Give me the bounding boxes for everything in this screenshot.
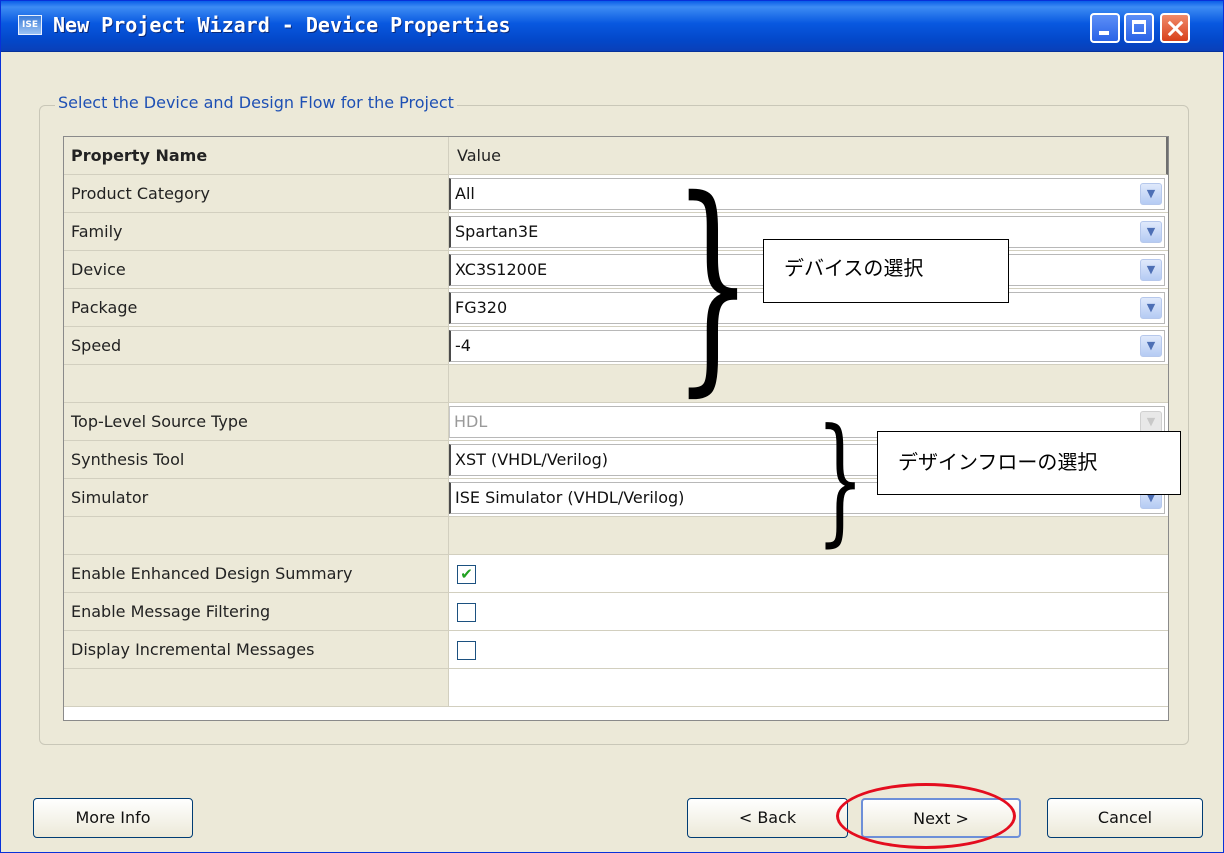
blank-cell: [64, 517, 449, 555]
device-selection-annotation: デバイスの選択: [763, 239, 1009, 303]
enhanced-design-summary-checkbox[interactable]: ✔: [457, 565, 476, 584]
flow-brace-annotation: }: [816, 399, 865, 560]
ise-app-icon: ISE: [18, 15, 42, 35]
incremental-messages-checkbox[interactable]: [457, 641, 476, 660]
top-level-source-value: HDL: [454, 412, 488, 431]
next-highlight-ring: [836, 783, 1016, 849]
blank-cell: [449, 669, 1168, 707]
property-label: Package: [64, 289, 449, 327]
blank-cell: [64, 365, 449, 403]
grid-header: Property Name Value: [64, 137, 1168, 175]
property-label: Product Category: [64, 175, 449, 213]
synthesis-tool-value: XST (VHDL/Verilog): [455, 450, 609, 469]
maximize-icon[interactable]: [1124, 13, 1154, 43]
simulator-value: ISE Simulator (VHDL/Verilog): [455, 488, 685, 507]
speed-value: -4: [455, 336, 471, 355]
group-label: Select the Device and Design Flow for th…: [55, 93, 457, 112]
close-icon[interactable]: [1160, 13, 1190, 43]
blank-row: [64, 669, 1168, 707]
design-flow-annotation: デザインフローの選択: [877, 431, 1181, 495]
property-label: Display Incremental Messages: [64, 631, 449, 669]
family-value: Spartan3E: [455, 222, 539, 241]
product-category-value: All: [455, 184, 475, 203]
header-property-name: Property Name: [64, 137, 449, 175]
minimize-icon[interactable]: [1090, 13, 1120, 43]
cancel-button[interactable]: Cancel: [1047, 798, 1203, 838]
message-filtering-checkbox[interactable]: [457, 603, 476, 622]
property-label: Enable Enhanced Design Summary: [64, 555, 449, 593]
blank-row: [64, 517, 1168, 555]
row-speed: Speed -4 ▼: [64, 327, 1168, 365]
property-label: Top-Level Source Type: [64, 403, 449, 441]
header-value: Value: [449, 137, 1168, 175]
speed-select[interactable]: -4 ▼: [449, 330, 1165, 362]
property-label: Speed: [64, 327, 449, 365]
product-category-select[interactable]: All ▼: [449, 178, 1165, 210]
row-incremental-messages: Display Incremental Messages: [64, 631, 1168, 669]
wizard-window: ISE New Project Wizard - Device Properti…: [0, 0, 1224, 853]
row-message-filtering: Enable Message Filtering: [64, 593, 1168, 631]
property-label: Simulator: [64, 479, 449, 517]
chevron-down-icon[interactable]: ▼: [1140, 335, 1162, 357]
device-value: XC3S1200E: [455, 260, 548, 279]
row-product-category: Product Category All ▼: [64, 175, 1168, 213]
property-label: Device: [64, 251, 449, 289]
chevron-down-icon[interactable]: ▼: [1140, 221, 1162, 243]
more-info-button[interactable]: More Info: [33, 798, 193, 838]
chevron-down-icon[interactable]: ▼: [1140, 297, 1162, 319]
property-label: Enable Message Filtering: [64, 593, 449, 631]
blank-row: [64, 365, 1168, 403]
property-label: Family: [64, 213, 449, 251]
blank-cell: [64, 669, 449, 707]
title-bar[interactable]: ISE New Project Wizard - Device Properti…: [1, 1, 1223, 52]
property-label: Synthesis Tool: [64, 441, 449, 479]
back-button[interactable]: < Back: [687, 798, 848, 838]
blank-cell: [449, 365, 1168, 403]
chevron-down-icon[interactable]: ▼: [1140, 259, 1162, 281]
row-enhanced-design-summary: Enable Enhanced Design Summary ✔: [64, 555, 1168, 593]
device-brace-annotation: }: [673, 150, 753, 416]
chevron-down-icon[interactable]: ▼: [1140, 183, 1162, 205]
package-value: FG320: [455, 298, 508, 317]
chevron-down-icon: ▼: [1140, 411, 1162, 433]
window-title: New Project Wizard - Device Properties: [53, 13, 511, 37]
property-grid: Property Name Value Product Category All…: [63, 136, 1169, 721]
checkmark-icon: ✔: [460, 565, 473, 583]
blank-cell: [449, 517, 1168, 555]
